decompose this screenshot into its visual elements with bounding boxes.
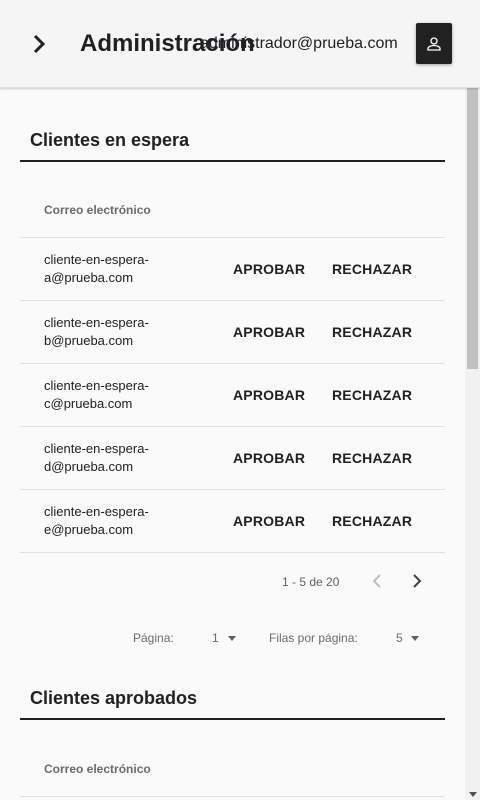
rows-per-page-label: Filas por página:: [269, 631, 358, 645]
chevron-right-icon: [33, 34, 46, 54]
table-bottom-divider: [20, 552, 445, 553]
page-scrollbar[interactable]: [465, 87, 480, 800]
menu-toggle-button[interactable]: [22, 26, 58, 62]
table-row: cliente-en-espera- e@prueba.com APROBAR …: [20, 489, 445, 553]
client-email-line: d@prueba.com: [44, 459, 134, 474]
client-email-line: b@prueba.com: [44, 333, 134, 348]
approve-button[interactable]: APROBAR: [233, 512, 305, 530]
scroll-down-arrow-icon[interactable]: [469, 792, 477, 797]
reject-button[interactable]: RECHAZAR: [332, 512, 412, 530]
client-email-line: cliente-en-espera-: [44, 378, 149, 393]
approve-button[interactable]: APROBAR: [233, 260, 305, 278]
app-bar: administrador@prueba.com Administración: [0, 0, 480, 88]
client-email: cliente-en-espera- e@prueba.com: [44, 503, 174, 539]
page-title: Administración: [80, 30, 255, 57]
client-email: cliente-en-espera- b@prueba.com: [44, 314, 174, 350]
table-row: cliente-en-espera- a@prueba.com APROBAR …: [20, 237, 445, 301]
approve-button[interactable]: APROBAR: [233, 323, 305, 341]
pending-email-column-header: Correo electrónico: [44, 203, 151, 217]
client-email-line: cliente-en-espera-: [44, 441, 149, 456]
scrollbar-thumb[interactable]: [467, 88, 478, 369]
client-email-line: e@prueba.com: [44, 522, 134, 537]
rows-per-page-value: 5: [396, 631, 403, 645]
rows-per-page-arrow-icon: [411, 636, 419, 641]
chevron-left-icon: [372, 574, 381, 588]
page-label: Página:: [133, 631, 174, 645]
client-email-line: a@prueba.com: [44, 270, 134, 285]
pending-section-divider: [20, 160, 445, 162]
reject-button[interactable]: RECHAZAR: [332, 260, 412, 278]
approved-email-column-header: Correo electrónico: [44, 762, 151, 776]
page-select[interactable]: 1: [212, 631, 238, 645]
client-email: cliente-en-espera- c@prueba.com: [44, 377, 174, 413]
previous-page-button[interactable]: [365, 569, 389, 593]
person-icon: [427, 36, 441, 51]
table-row: cliente-en-espera- c@prueba.com APROBAR …: [20, 363, 445, 427]
pending-section-title: Clientes en espera: [30, 130, 190, 150]
client-email: cliente-en-espera- a@prueba.com: [44, 251, 174, 287]
approve-button[interactable]: APROBAR: [233, 449, 305, 467]
chevron-right-icon: [413, 574, 422, 588]
reject-button[interactable]: RECHAZAR: [332, 323, 412, 341]
reject-button[interactable]: RECHAZAR: [332, 449, 412, 467]
client-email-line: cliente-en-espera-: [44, 252, 149, 267]
approved-section-title: Clientes aprobados: [30, 688, 198, 708]
rows-per-page-select[interactable]: 5: [396, 631, 422, 645]
client-email: cliente-en-espera- d@prueba.com: [44, 440, 174, 476]
next-page-button[interactable]: [405, 569, 429, 593]
client-email-line: c@prueba.com: [44, 396, 133, 411]
approve-button[interactable]: APROBAR: [233, 386, 305, 404]
pagination-range: 1 - 5 de 20: [282, 575, 340, 589]
client-email-line: cliente-en-espera-: [44, 315, 149, 330]
page-select-arrow-icon: [228, 636, 236, 641]
account-button[interactable]: [416, 23, 452, 64]
client-email-line: cliente-en-espera-: [44, 504, 149, 519]
table-row: cliente-en-espera- b@prueba.com APROBAR …: [20, 300, 445, 364]
approved-section-divider: [20, 718, 445, 720]
page-select-value: 1: [212, 631, 219, 645]
reject-button[interactable]: RECHAZAR: [332, 386, 412, 404]
table-row: cliente-en-espera- d@prueba.com APROBAR …: [20, 426, 445, 490]
approved-table-divider: [20, 796, 445, 797]
